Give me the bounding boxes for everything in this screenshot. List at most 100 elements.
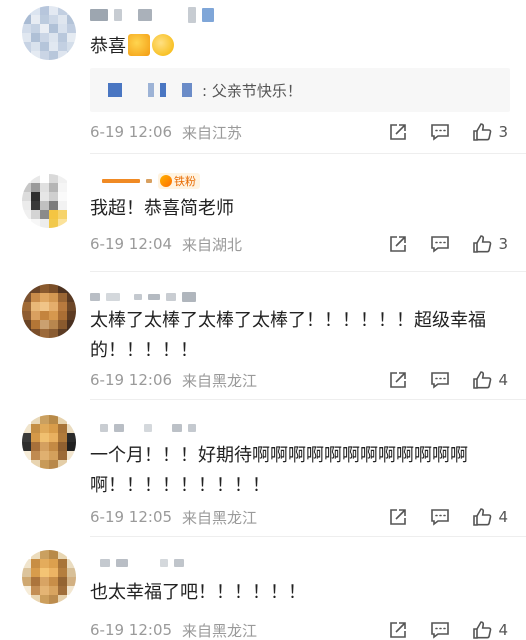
thumbs-up-icon — [473, 235, 492, 253]
comment-actions: 4 — [388, 620, 508, 640]
redacted-name — [182, 292, 196, 302]
redacted-name — [102, 179, 140, 183]
reply-button[interactable] — [430, 370, 450, 390]
comment-text: 太棒了太棒了太棒了太棒了！！！！！！超级幸福的！！！！！ — [90, 310, 486, 361]
redacted-name — [100, 559, 110, 567]
like-button[interactable]: 4 — [472, 507, 508, 527]
redacted-name — [188, 7, 196, 23]
redacted-name — [202, 8, 214, 22]
divider — [90, 153, 526, 154]
avatar[interactable] — [22, 284, 76, 338]
redacted-name — [174, 559, 184, 567]
comment-text: 我超！恭喜简老师 — [90, 198, 234, 219]
comment-location: 来自黑龙江 — [182, 621, 258, 640]
share-button[interactable] — [388, 370, 408, 390]
comment-actions: 4 — [388, 370, 508, 390]
like-button[interactable]: 3 — [472, 234, 508, 254]
comment-icon — [431, 236, 450, 253]
like-count: 3 — [498, 235, 508, 253]
comment-location: 来自江苏 — [182, 123, 243, 142]
comment-location: 来自湖北 — [182, 235, 243, 254]
thumbs-up-icon — [473, 508, 492, 526]
avatar[interactable] — [22, 6, 76, 60]
like-button[interactable]: 3 — [472, 122, 508, 142]
username-blurred[interactable] — [90, 552, 184, 574]
comment-text: 恭喜 — [90, 32, 504, 62]
comment-icon — [431, 372, 450, 389]
username-blurred[interactable]: 铁粉 — [90, 170, 200, 192]
like-button[interactable]: 4 — [472, 620, 508, 640]
username-blurred[interactable] — [90, 417, 196, 439]
comment-meta: 6-19 12:06 来自江苏 3 — [90, 122, 526, 142]
comment-time: 6-19 12:05 — [90, 508, 173, 526]
comment-location: 来自黑龙江 — [182, 371, 258, 390]
comment-item: 一个月！！！好期待啊啊啊啊啊啊啊啊啊啊啊啊啊！！！！！！！！！ 6-19 12:… — [0, 405, 526, 537]
redacted-name — [116, 559, 128, 567]
comment-location: 来自黑龙江 — [182, 508, 258, 527]
fan-badge[interactable]: 铁粉 — [158, 173, 200, 189]
comment-item: 太棒了太棒了太棒了太棒了！！！！！！超级幸福的！！！！！ 6-19 12:06 … — [0, 272, 526, 400]
reply-button[interactable] — [430, 507, 450, 527]
comment-text: 一个月！！！好期待啊啊啊啊啊啊啊啊啊啊啊啊啊！！！！！！！！！ — [90, 445, 468, 496]
share-icon — [390, 622, 407, 638]
redacted-name — [160, 559, 168, 567]
redacted-name — [148, 83, 154, 97]
party-popper-emoji-icon — [128, 34, 150, 56]
comment-icon — [431, 124, 450, 141]
share-button[interactable] — [388, 507, 408, 527]
quoted-reply-text: : 父亲节快乐！ — [202, 81, 302, 100]
avatar[interactable] — [22, 415, 76, 469]
redacted-name — [138, 9, 152, 21]
redacted-name — [90, 9, 108, 21]
comment-meta: 6-19 12:05 来自黑龙江 4 — [90, 620, 526, 640]
quoted-reply[interactable]: : 父亲节快乐！ — [90, 68, 510, 112]
like-count: 3 — [498, 123, 508, 141]
redacted-name — [100, 424, 108, 432]
comment-actions: 4 — [388, 507, 508, 527]
redacted-name — [108, 83, 122, 97]
redacted-name — [148, 294, 160, 300]
redacted-name — [166, 293, 176, 301]
thumbs-up-icon — [473, 123, 492, 141]
username-blurred[interactable] — [90, 286, 196, 308]
like-count: 4 — [498, 371, 508, 389]
share-icon — [390, 509, 407, 525]
divider — [90, 399, 526, 400]
share-button[interactable] — [388, 122, 408, 142]
username-blurred[interactable] — [90, 4, 214, 26]
reply-button[interactable] — [430, 234, 450, 254]
like-button[interactable]: 4 — [472, 370, 508, 390]
redacted-name — [134, 294, 142, 300]
share-button[interactable] — [388, 234, 408, 254]
share-icon — [390, 372, 407, 388]
comment-time: 6-19 12:06 — [90, 371, 173, 389]
fan-badge-icon — [160, 175, 172, 187]
redacted-name — [90, 293, 100, 301]
comment-actions: 3 — [388, 122, 508, 142]
comment-meta: 6-19 12:05 来自黑龙江 4 — [90, 507, 526, 527]
comment-time: 6-19 12:04 — [90, 235, 173, 253]
reply-button[interactable] — [430, 620, 450, 640]
redacted-name — [106, 293, 120, 301]
share-button[interactable] — [388, 620, 408, 640]
comment-actions: 3 — [388, 234, 508, 254]
redacted-name — [114, 424, 124, 432]
comment-text: 也太幸福了吧！！！！！！ — [90, 582, 306, 603]
thumbs-up-icon — [473, 371, 492, 389]
comment-meta: 6-19 12:06 来自黑龙江 4 — [90, 370, 526, 390]
share-icon — [390, 236, 407, 252]
redacted-name — [182, 83, 192, 97]
avatar[interactable] — [22, 174, 76, 228]
thumbs-up-icon — [473, 621, 492, 639]
redacted-name — [146, 179, 152, 183]
comment-time: 6-19 12:06 — [90, 123, 173, 141]
redacted-name — [160, 83, 166, 97]
avatar[interactable] — [22, 550, 76, 604]
comment-icon — [431, 509, 450, 526]
like-count: 4 — [498, 621, 508, 639]
reply-button[interactable] — [430, 122, 450, 142]
comment-time: 6-19 12:05 — [90, 621, 173, 639]
comment-item: 铁粉 我超！恭喜简老师 6-19 12:04 来自湖北 3 — [0, 160, 526, 272]
comment-icon — [431, 622, 450, 639]
share-icon — [390, 124, 407, 140]
